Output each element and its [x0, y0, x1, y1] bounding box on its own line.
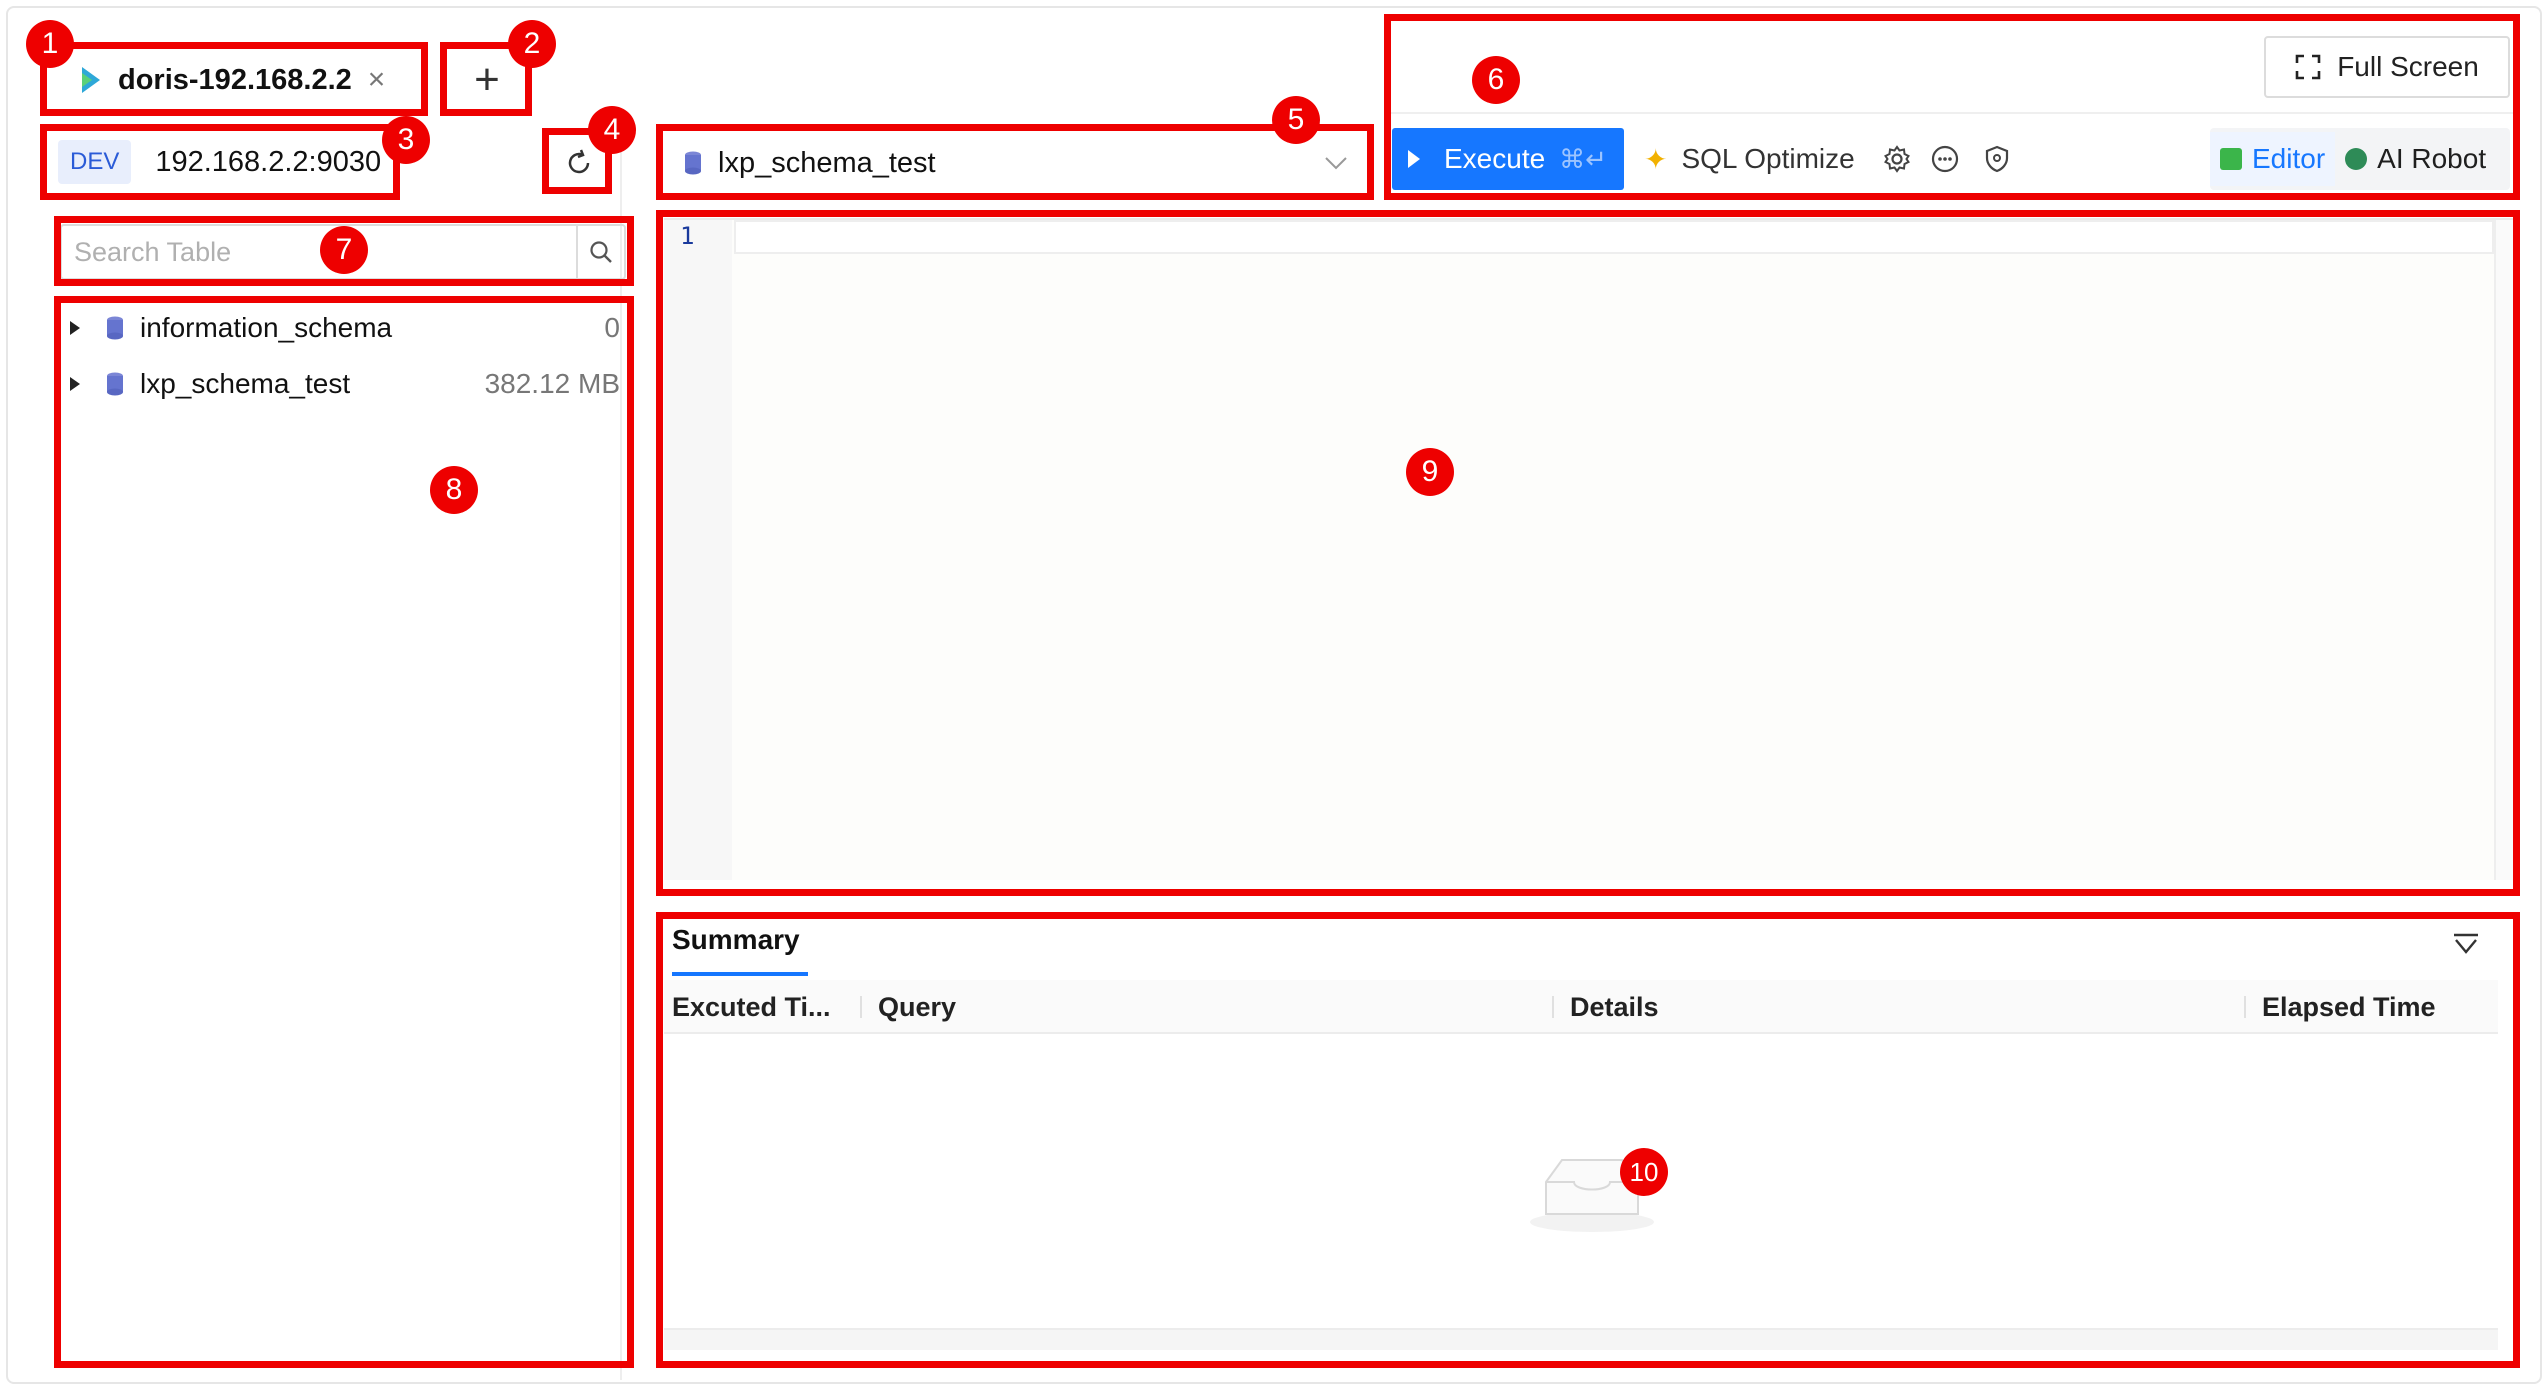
execute-shortcut: ⌘↵	[1559, 143, 1607, 174]
annotation-badge: 10	[1620, 1148, 1668, 1196]
search-icon	[590, 241, 612, 263]
annotation-badge: 6	[1472, 56, 1520, 104]
tab-summary[interactable]: Summary	[672, 924, 800, 956]
line-gutter: 1	[664, 220, 732, 880]
column-header[interactable]: Details	[1570, 992, 1659, 1023]
refresh-icon	[568, 149, 590, 174]
more-button[interactable]	[1928, 142, 1962, 176]
column-header[interactable]: Elapsed Time	[2262, 992, 2436, 1023]
current-line[interactable]	[734, 220, 2494, 254]
column-divider[interactable]	[1552, 996, 1554, 1018]
search-button[interactable]	[576, 226, 624, 278]
sql-optimize-button[interactable]: ✦ SQL Optimize	[1644, 128, 1855, 190]
database-size: 382.12 MB	[484, 368, 620, 399]
more-circle-icon	[1931, 145, 1959, 173]
annotation-badge: 8	[430, 466, 478, 514]
tree-item-information-schema[interactable]: information_schema 0	[60, 300, 626, 356]
results-table-header: Excuted Ti... Query Details Elapsed Time	[664, 980, 2498, 1034]
column-divider[interactable]	[860, 996, 862, 1018]
sql-optimize-label: SQL Optimize	[1681, 143, 1855, 174]
database-icon	[107, 316, 123, 340]
env-badge: DEV	[58, 140, 132, 184]
annotation-badge: 7	[320, 226, 368, 274]
database-name: lxp_schema_test	[140, 368, 351, 399]
close-tab-icon[interactable]: ×	[368, 63, 386, 97]
toolbar-divider	[1390, 112, 2520, 114]
database-icon	[107, 372, 123, 396]
full-screen-label: Full Screen	[2337, 51, 2479, 82]
annotation-badge: 2	[508, 20, 556, 68]
execute-label: Execute	[1444, 143, 1546, 174]
column-header[interactable]: Query	[878, 992, 956, 1023]
execute-button[interactable]: Execute ⌘↵	[1392, 128, 1624, 190]
database-name: information_schema	[140, 312, 393, 343]
annotation-badge: 4	[588, 106, 636, 154]
results-scrollbar[interactable]	[664, 1328, 2498, 1350]
editor-scrollbar[interactable]	[2494, 220, 2514, 880]
line-number: 1	[680, 222, 695, 250]
database-select[interactable]: lxp_schema_test	[662, 132, 1368, 194]
column-header[interactable]: Excuted Ti...	[672, 992, 831, 1023]
result-panel: Summary Excuted Ti... Query Details Elap…	[664, 916, 2514, 1368]
host-label: 192.168.2.2:9030	[155, 145, 382, 178]
sql-editor[interactable]: 1	[664, 218, 2514, 880]
gear-icon	[1884, 145, 1910, 173]
connection-info: DEV 192.168.2.2:9030	[48, 132, 394, 192]
terminal-icon	[2220, 148, 2242, 170]
sparkle-icon: ✦	[1644, 143, 1668, 175]
expand-icon	[2295, 54, 2321, 80]
expand-caret-icon[interactable]	[70, 321, 80, 335]
database-select-value: lxp_schema_test	[718, 146, 936, 179]
settings-button[interactable]	[1880, 142, 1914, 176]
shield-icon	[1985, 145, 2009, 173]
ai-robot-icon	[2345, 148, 2368, 170]
tab-title: doris-192.168.2.2	[118, 63, 352, 96]
chevron-down-icon	[1325, 157, 1347, 170]
connection-tab[interactable]: doris-192.168.2.2 ×	[54, 52, 420, 108]
annotation-badge: 5	[1272, 96, 1320, 144]
expand-caret-icon[interactable]	[70, 377, 80, 391]
database-icon	[685, 151, 701, 175]
annotation-badge: 9	[1406, 448, 1454, 496]
full-screen-button[interactable]: Full Screen	[2264, 36, 2510, 98]
column-divider[interactable]	[2244, 996, 2246, 1018]
play-icon	[1408, 150, 1420, 168]
tree-item-lxp-schema-test[interactable]: lxp_schema_test 382.12 MB	[60, 356, 626, 412]
mode-label: Editor	[2252, 143, 2326, 174]
doris-logo-icon	[82, 67, 100, 93]
annotation-badge: 3	[382, 116, 430, 164]
database-size: 0	[604, 312, 620, 343]
search-input[interactable]	[62, 226, 576, 278]
security-button[interactable]	[1980, 142, 2014, 176]
tab-editor[interactable]: Editor	[2210, 132, 2336, 186]
database-tree: information_schema 0 lxp_schema_test 382…	[60, 300, 626, 412]
mode-switch: Editor AI Robot	[2210, 128, 2510, 190]
collapse-icon[interactable]	[2452, 932, 2480, 956]
active-tab-indicator	[672, 972, 808, 976]
mode-label: AI Robot	[2377, 143, 2487, 174]
annotation-badge: 1	[26, 20, 74, 68]
tab-ai-robot[interactable]: AI Robot	[2335, 132, 2496, 186]
